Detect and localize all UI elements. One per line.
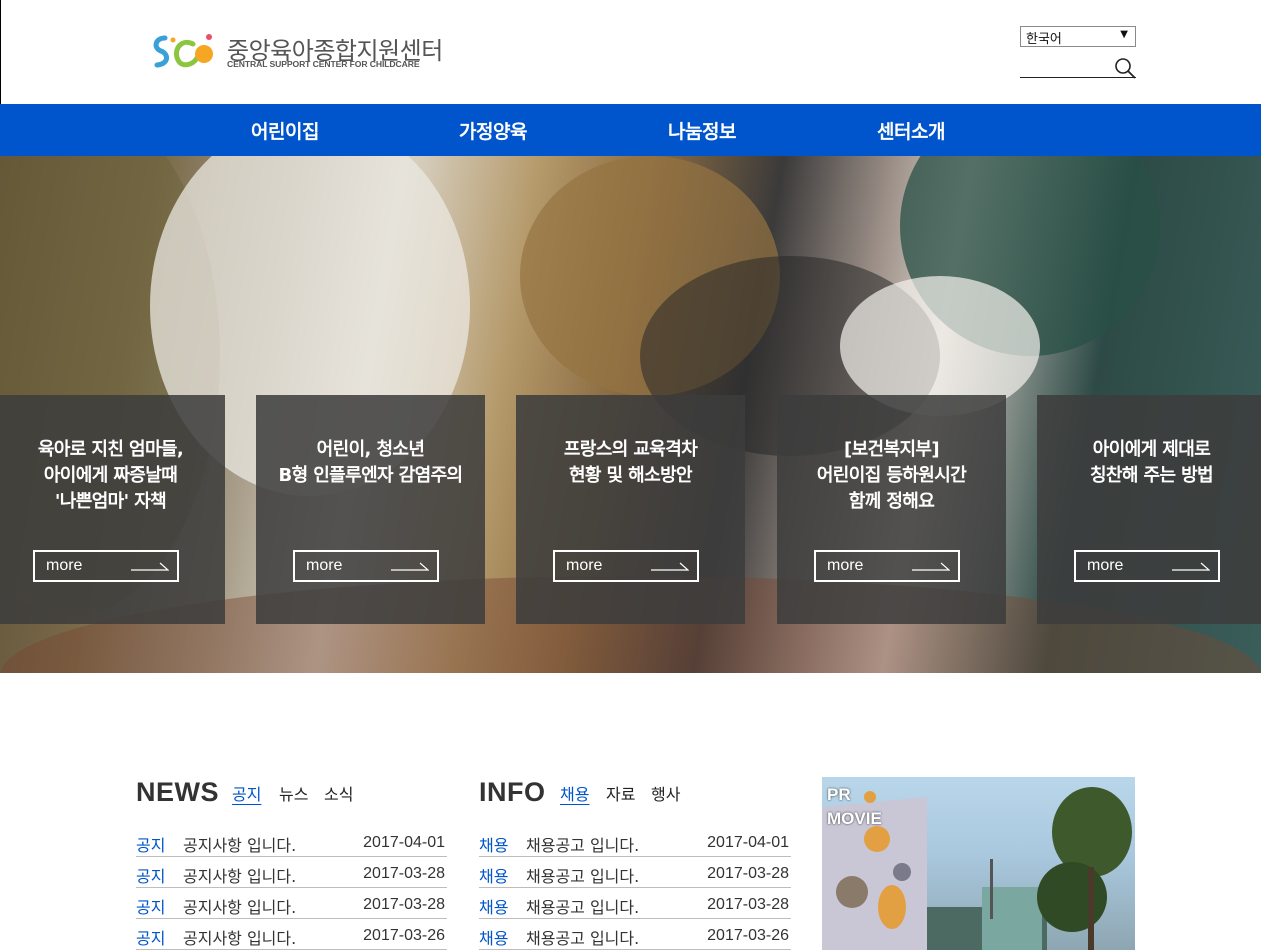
tab-resources[interactable]: 자료 [606,781,635,805]
site-logo[interactable]: 중앙육아종합지원센터 CENTRAL SUPPORT CENTER FOR CH… [151,30,443,74]
dropdown-arrow-icon: ▼ [1120,29,1128,40]
logo-mark-icon [153,34,213,68]
row-category: 공지 [136,898,166,917]
news-row[interactable]: 공지 공지사항 입니다. 2017-03-28 [136,888,447,919]
row-category: 채용 [479,867,509,886]
site-header: 중앙육아종합지원센터 CENTRAL SUPPORT CENTER FOR CH… [0,0,1261,104]
row-title[interactable]: 채용공고 입니다. [526,925,639,949]
row-title[interactable]: 채용공고 입니다. [526,863,639,887]
row-title[interactable]: 공지사항 입니다. [183,894,296,918]
hero-banner: 육아로 지친 엄마들, 아이에게 짜증날때 '나쁜엄마' 자책 more 어린이… [0,156,1261,673]
hero-card-title: 프랑스의 교육격차 현황 및 해소방안 [563,439,698,486]
more-label: more [46,557,83,574]
tab-updates[interactable]: 소식 [324,781,353,805]
row-date: 2017-04-01 [707,834,789,851]
main-nav: 어린이집 가정양육 나눔정보 센터소개 [0,104,1261,156]
row-category: 채용 [479,836,509,855]
info-row[interactable]: 채용 채용공고 입니다. 2017-04-01 [479,826,791,857]
nav-item-daycare[interactable]: 어린이집 [251,117,319,144]
row-date: 2017-04-01 [363,834,445,851]
news-row[interactable]: 공지 공지사항 입니다. 2017-04-01 [136,826,447,857]
more-button[interactable]: more [814,550,960,582]
hero-card: 아이에게 제대로 칭찬해 주는 방법 more [1037,395,1261,624]
info-title: INFO [479,777,546,807]
news-row[interactable]: 공지 공지사항 입니다. 2017-03-28 [136,857,447,888]
row-date: 2017-03-28 [363,896,445,913]
more-button[interactable]: more [1074,550,1220,582]
tab-news[interactable]: 뉴스 [279,781,308,805]
arrow-right-icon [912,562,950,571]
tab-notice[interactable]: 공지 [232,781,261,805]
pr-movie-label: PR MOVIE [827,783,882,831]
row-category: 공지 [136,867,166,886]
pr-label-line2: MOVIE [827,809,882,828]
arrow-right-icon [391,562,429,571]
row-title[interactable]: 공지사항 입니다. [183,832,296,856]
news-title: NEWS [136,777,219,807]
row-date: 2017-03-28 [707,896,789,913]
language-select[interactable]: 한국어 ▼ [1020,26,1136,47]
arrow-right-icon [1172,562,1210,571]
row-category: 채용 [479,929,509,948]
tab-events[interactable]: 행사 [651,781,680,805]
row-title[interactable]: 공지사항 입니다. [183,925,296,949]
arrow-right-icon [651,562,689,571]
more-label: more [306,557,343,574]
hero-card-title: 어린이, 청소년 B형 인플루엔자 감염주의 [278,439,463,486]
hero-card: [보건복지부] 어린이집 등하원시간 함께 정해요 more [777,395,1006,624]
info-row[interactable]: 채용 채용공고 입니다. 2017-03-28 [479,888,791,919]
row-category: 공지 [136,836,166,855]
hero-card: 육아로 지친 엄마들, 아이에게 짜증날때 '나쁜엄마' 자책 more [0,395,225,624]
row-title[interactable]: 공지사항 입니다. [183,863,296,887]
logo-subtitle: CENTRAL SUPPORT CENTER FOR CHILDCARE [227,59,420,69]
arrow-right-icon [131,562,169,571]
hero-card: 프랑스의 교육격차 현황 및 해소방안 more [516,395,745,624]
row-date: 2017-03-28 [363,865,445,882]
row-title[interactable]: 채용공고 입니다. [526,894,639,918]
row-date: 2017-03-26 [363,927,445,944]
more-label: more [1087,557,1124,574]
row-date: 2017-03-28 [707,865,789,882]
hero-card-title: 아이에게 제대로 칭찬해 주는 방법 [1089,439,1214,486]
more-label: more [827,557,864,574]
hero-card-title: 육아로 지친 엄마들, 아이에게 짜증날때 '나쁜엄마' 자책 [37,439,184,512]
nav-item-sharing-info[interactable]: 나눔정보 [668,117,736,144]
more-button[interactable]: more [553,550,699,582]
more-button[interactable]: more [293,550,439,582]
search-icon[interactable] [1114,57,1136,79]
row-category: 채용 [479,898,509,917]
row-title[interactable]: 채용공고 입니다. [526,832,639,856]
hero-card: 어린이, 청소년 B형 인플루엔자 감염주의 more [256,395,485,624]
hero-card-title: [보건복지부] 어린이집 등하원시간 함께 정해요 [816,439,967,512]
nav-item-home-parenting[interactable]: 가정양육 [459,117,527,144]
row-category: 공지 [136,929,166,948]
news-row[interactable]: 공지 공지사항 입니다. 2017-03-26 [136,919,447,950]
pr-movie-thumbnail[interactable]: PR MOVIE [822,777,1135,950]
row-date: 2017-03-26 [707,927,789,944]
more-label: more [566,557,603,574]
info-row[interactable]: 채용 채용공고 입니다. 2017-03-28 [479,857,791,888]
language-select-value: 한국어 [1026,32,1062,47]
more-button[interactable]: more [33,550,179,582]
info-row[interactable]: 채용 채용공고 입니다. 2017-03-26 [479,919,791,950]
nav-item-center-intro[interactable]: 센터소개 [877,117,945,144]
search-input[interactable] [1020,56,1136,79]
pr-label-line1: PR [827,785,851,804]
tab-recruitment[interactable]: 채용 [560,781,589,805]
